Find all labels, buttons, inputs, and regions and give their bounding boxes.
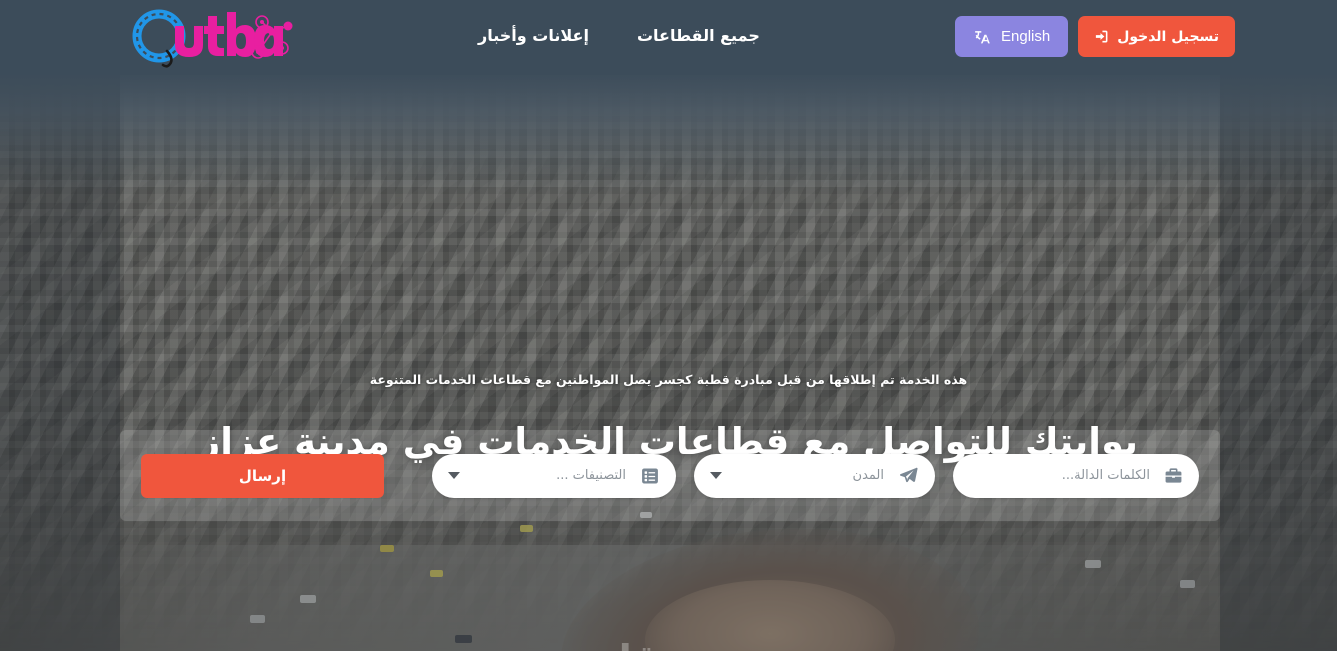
login-button[interactable]: تسجيل الدخول bbox=[1078, 16, 1236, 57]
cities-select[interactable]: المدن bbox=[694, 453, 935, 498]
paper-plane-icon bbox=[898, 465, 919, 486]
chevron-down-icon bbox=[448, 472, 460, 479]
site-logo[interactable] bbox=[122, 4, 294, 74]
language-button-label: English bbox=[1001, 28, 1051, 45]
sign-in-icon bbox=[1094, 29, 1109, 44]
nav-ads-news[interactable]: إعلانات وأخبار bbox=[478, 24, 589, 48]
cities-placeholder: المدن bbox=[852, 468, 884, 483]
search-panel: الكلمات الدالة... المدن التصنيفات ... إر… bbox=[120, 430, 1220, 521]
hero-top-fade bbox=[0, 75, 1337, 195]
language-toggle-button[interactable]: English bbox=[955, 16, 1069, 57]
main-navigation: جميع القطاعات إعلانات وأخبار bbox=[478, 24, 760, 48]
hero-section: هذه الخدمة تم إطلاقها من قبل مبادرة قطبة… bbox=[0, 75, 1337, 651]
hero-subtitle: هذه الخدمة تم إطلاقها من قبل مبادرة قطبة… bbox=[369, 372, 968, 387]
site-header: جميع القطاعات إعلانات وأخبار تسجيل الدخو… bbox=[0, 0, 1337, 75]
translate-icon bbox=[973, 28, 992, 46]
header-actions: تسجيل الدخول English bbox=[955, 16, 1236, 57]
chevron-down-icon bbox=[710, 472, 722, 479]
keywords-placeholder: الكلمات الدالة... bbox=[1061, 468, 1150, 483]
nav-all-sectors[interactable]: جميع القطاعات bbox=[637, 24, 760, 48]
submit-search-button[interactable]: إرسال bbox=[141, 453, 384, 498]
keywords-field[interactable]: الكلمات الدالة... bbox=[953, 453, 1199, 498]
briefcase-icon bbox=[1164, 466, 1183, 485]
categories-placeholder: التصنيفات ... bbox=[556, 468, 626, 483]
page-root: هذه الخدمة تم إطلاقها من قبل مبادرة قطبة… bbox=[0, 0, 1337, 651]
list-icon bbox=[640, 466, 660, 486]
categories-select[interactable]: التصنيفات ... bbox=[432, 453, 676, 498]
login-button-label: تسجيل الدخول bbox=[1117, 28, 1220, 45]
